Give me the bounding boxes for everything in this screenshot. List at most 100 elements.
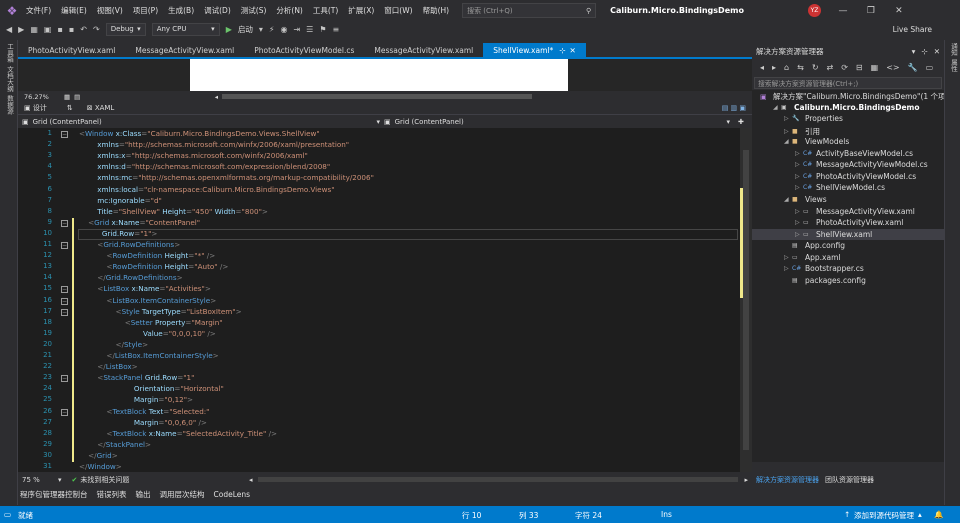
menu-item[interactable]: 窗口(W)	[379, 5, 417, 16]
xaml-tab[interactable]: ⊠ XAML	[87, 104, 115, 112]
menu-item[interactable]: 项目(P)	[128, 5, 163, 16]
menu-item[interactable]: 生成(B)	[163, 5, 199, 16]
tree-node[interactable]: ▷ ▭ ShellView.xaml	[795, 230, 872, 239]
close-icon[interactable]: ✕	[570, 46, 576, 55]
code-line[interactable]: </StackPanel>	[79, 440, 151, 449]
snap-icon[interactable]: ▤	[74, 93, 80, 101]
code-line[interactable]: <ListBox x:Name="Activities">	[79, 284, 211, 293]
expand-arrow-icon[interactable]: ▷	[795, 208, 803, 215]
code-line[interactable]: Title="ShellView" Height="450" Width="80…	[79, 207, 268, 216]
code-line[interactable]: </Window>	[79, 462, 122, 471]
expand-arrow-icon[interactable]: ▷	[795, 150, 803, 157]
tree-node[interactable]: ▤ App.config	[784, 241, 845, 250]
step-icon[interactable]: ⇥	[293, 25, 300, 34]
search-input[interactable]: 搜索 (Ctrl+Q) ⚲	[462, 3, 597, 18]
browser-icon[interactable]: ◉	[280, 25, 287, 34]
fold-toggle-icon[interactable]: −	[61, 219, 68, 227]
code-line[interactable]: <TextBlock x:Name="SelectedActivity_Titl…	[79, 429, 277, 438]
chevron-down-icon[interactable]: ▾	[912, 47, 916, 56]
add-to-source-control[interactable]: 添加到源代码管理	[854, 510, 914, 521]
history-icon[interactable]: ↻	[812, 63, 819, 72]
code-line[interactable]: <TextBlock Text="Selected:"	[79, 407, 209, 416]
close-button[interactable]: ✕	[885, 6, 913, 16]
fold-toggle-icon[interactable]: −	[61, 308, 68, 316]
code-icon[interactable]: <>	[886, 63, 899, 72]
close-icon[interactable]: ✕	[934, 47, 940, 56]
tree-node[interactable]: ◢ ■ ViewModels	[784, 137, 849, 146]
maximize-button[interactable]: ❐	[857, 6, 885, 16]
tab-call-hierarchy[interactable]: 调用层次结构	[160, 489, 205, 500]
save-all-icon[interactable]: ▪	[69, 25, 74, 34]
horizontal-scrollbar[interactable]	[222, 94, 532, 99]
menu-item[interactable]: 帮助(H)	[418, 5, 455, 16]
swap-panes-button[interactable]: ⇅	[67, 104, 73, 112]
tab-message-activity-view-2[interactable]: MessageActivityView.xaml	[364, 43, 483, 57]
live-share-button[interactable]: Live Share	[893, 25, 932, 34]
back-icon[interactable]: ◂	[760, 63, 764, 72]
start-button[interactable]: 启动	[238, 24, 253, 35]
tree-node[interactable]: ▷ ▭ MessageActivityView.xaml	[795, 207, 915, 216]
forward-icon[interactable]: ▸	[772, 63, 776, 72]
expand-arrow-icon[interactable]: ▷	[784, 115, 792, 122]
tab-photo-activity-viewmodel[interactable]: PhotoActivityViewModel.cs	[244, 43, 364, 57]
designer-zoom[interactable]: 76.27%	[24, 93, 60, 101]
expand-arrow-icon[interactable]: ◢	[784, 138, 792, 145]
grid-icon[interactable]: ▦	[64, 93, 70, 101]
solution-search-input[interactable]: 搜索解决方案资源管理器(Ctrl+;)	[754, 77, 942, 89]
tab-error-list[interactable]: 错误列表	[97, 489, 127, 500]
fold-toggle-icon[interactable]: −	[61, 131, 68, 138]
code-line[interactable]: xmlns:local="clr-namespace:Caliburn.Micr…	[79, 185, 334, 194]
start-icon[interactable]: ▶	[226, 25, 232, 34]
forward-icon[interactable]: ▶	[18, 25, 24, 34]
menu-item[interactable]: 分析(N)	[271, 5, 307, 16]
tab-team-explorer[interactable]: 团队资源管理器	[825, 475, 874, 485]
code-line[interactable]: xmlns:mc="http://schemas.openxmlformats.…	[79, 173, 374, 182]
comment-icon[interactable]: ≡	[333, 25, 340, 34]
scroll-left-icon[interactable]: ◂	[215, 93, 218, 101]
code-line[interactable]: <Setter Property="Margin"	[79, 318, 223, 327]
fold-toggle-icon[interactable]: −	[61, 297, 68, 305]
document-outline-tab[interactable]: 文档大纲	[3, 66, 15, 92]
data-sources-tab[interactable]: 数据源	[3, 95, 15, 115]
menu-item[interactable]: 调试(D)	[199, 5, 236, 16]
code-line[interactable]: xmlns:d="http://schemas.microsoft.com/ex…	[79, 162, 330, 171]
code-line[interactable]: <Grid x:Name="ContentPanel"	[79, 218, 200, 227]
code-editor[interactable]: 1 − <Window x:Class="Caliburn.Micro.Bindin…	[18, 128, 740, 472]
tab-shell-view[interactable]: ShellView.xaml* ⊹ ✕	[483, 43, 586, 57]
tab-solution-explorer[interactable]: 解决方案资源管理器	[756, 475, 819, 485]
user-avatar[interactable]: YZ	[807, 4, 821, 17]
menu-item[interactable]: 扩展(X)	[343, 5, 379, 16]
menu-item[interactable]: 视图(V)	[92, 5, 128, 16]
menu-item[interactable]: 文件(F)	[21, 5, 56, 16]
scroll-right-icon[interactable]: ▸	[744, 476, 748, 484]
code-line[interactable]: </ListBox.ItemContainerStyle>	[79, 351, 218, 360]
menu-item[interactable]: 工具(T)	[308, 5, 343, 16]
code-line[interactable]: Grid.Row="1">	[79, 229, 158, 238]
tree-node[interactable]: ▷ 🔧 Properties	[784, 114, 843, 123]
tab-photo-activity-view[interactable]: PhotoActivityView.xaml	[18, 43, 125, 57]
code-line[interactable]: </Grid.RowDefinitions>	[79, 273, 182, 282]
expand-arrow-icon[interactable]: ▷	[795, 219, 803, 226]
code-line[interactable]: <StackPanel Grid.Row="1"	[79, 373, 194, 382]
editor-zoom[interactable]: 75 %	[22, 476, 58, 484]
code-line[interactable]: mc:Ignorable="d"	[79, 196, 162, 205]
chevron-down-icon[interactable]: ▾	[259, 25, 263, 34]
sync-icon[interactable]: ⇄	[827, 63, 834, 72]
platform-select[interactable]: Any CPU ▾	[151, 22, 220, 36]
tree-node[interactable]: ▷ ▭ PhotoActivityView.xaml	[795, 218, 903, 227]
code-line[interactable]: Value="0,0,0,10" />	[79, 329, 216, 338]
split-layout-icons[interactable]: ▤ ▥ ▣	[722, 104, 746, 112]
fold-toggle-icon[interactable]: −	[61, 286, 68, 294]
tree-node[interactable]: ▷ ■ 引用	[784, 126, 820, 137]
expand-arrow-icon[interactable]: ▷	[784, 128, 792, 135]
scroll-left-icon[interactable]: ◂	[249, 476, 253, 484]
tab-package-manager-console[interactable]: 程序包管理器控制台	[20, 489, 88, 500]
new-project-icon[interactable]: ▦	[30, 25, 38, 34]
tree-node[interactable]: ◢ ■ Views	[784, 195, 827, 204]
code-line[interactable]: <Window x:Class="Caliburn.Micro.Bindings…	[79, 129, 320, 138]
tab-codelens[interactable]: CodeLens	[214, 490, 251, 499]
issues-status[interactable]: 未找到相关问题	[80, 475, 129, 485]
menu-item[interactable]: 测试(S)	[236, 5, 272, 16]
expand-arrow-icon[interactable]: ▷	[795, 231, 803, 238]
tab-output[interactable]: 输出	[136, 489, 151, 500]
